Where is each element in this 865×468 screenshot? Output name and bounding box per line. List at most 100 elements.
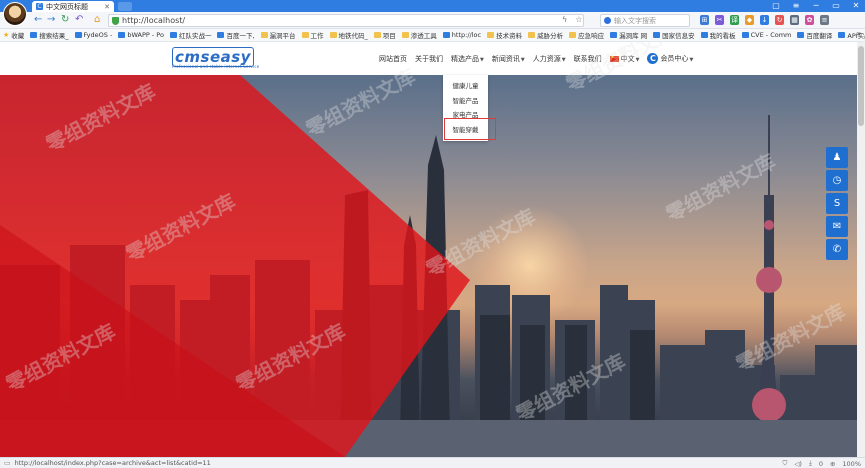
shield-status-icon[interactable]: ⛉ (783, 459, 788, 468)
refresh-icon[interactable]: ↻ (61, 15, 69, 25)
bookmark-item[interactable]: bWAPP - Po (118, 31, 164, 39)
window-control-4[interactable]: ✕ (851, 0, 861, 12)
nav-item-0[interactable]: 网站首页 (379, 54, 407, 64)
nav-item-2[interactable]: 精选产品▼ (451, 54, 484, 64)
bookmark-item[interactable]: 红队实战一 (169, 30, 211, 40)
window-control-1[interactable]: ≡ (791, 0, 801, 12)
back-icon[interactable]: ← (34, 15, 42, 25)
logo-tagline: Professional and stable internet Service (172, 64, 260, 69)
page-viewport: cmseasy Professional and stable internet… (0, 42, 857, 457)
bookmark-item[interactable]: 渗透工具 (401, 30, 437, 40)
game-icon[interactable]: ◆ (745, 15, 754, 25)
nav-label: 关于我们 (415, 54, 443, 63)
nav-item-3[interactable]: 新闻资讯▼ (492, 54, 525, 64)
bookmark-item[interactable]: 百度一下, (217, 30, 255, 40)
download-icon[interactable]: ↓ (760, 15, 769, 25)
tab-close-icon[interactable]: ✕ (104, 3, 110, 11)
nav-item-5[interactable]: 联系我们 (574, 54, 602, 64)
folder-icon (487, 32, 495, 38)
sync-icon[interactable]: ↻ (775, 15, 784, 25)
clock-icon[interactable]: ◷ (826, 170, 848, 191)
skype-icon[interactable]: S (826, 193, 848, 214)
site-icon (74, 32, 82, 38)
main-nav: 网站首页关于我们精选产品▼新闻资讯▼人力资源▼联系我们中文▼C会员中心▼ (379, 53, 701, 64)
sound-icon[interactable]: ◁) (794, 460, 802, 468)
undo-icon[interactable]: ↶ (75, 15, 83, 25)
window-control-0[interactable]: ▢ (771, 0, 781, 12)
nav-item-1[interactable]: 关于我们 (415, 54, 443, 64)
bookmark-label: bWAPP - Po (127, 31, 164, 39)
lightning-icon[interactable]: ϟ (562, 15, 567, 24)
window-control-3[interactable]: ▭ (831, 0, 841, 12)
bookmark-item[interactable]: 项目 (373, 30, 396, 40)
page-scrollbar[interactable] (857, 42, 865, 457)
tab-active[interactable]: C 中文网页标题 ✕ (32, 1, 114, 12)
bookmark-item[interactable]: 百度翻译 (797, 30, 832, 40)
wechat-icon[interactable]: ✉ (826, 216, 848, 237)
url-actions: ϟ ☆ (562, 15, 582, 24)
highlight-box (444, 118, 496, 140)
scroll-thumb[interactable] (858, 46, 864, 126)
bookmark-item[interactable]: 漏洞平台 (260, 30, 296, 40)
bookmark-item[interactable]: 漏洞库 网 (610, 30, 647, 40)
bookmark-label: 渗透工具 (410, 32, 437, 40)
bookmark-label: 项目 (382, 32, 396, 40)
bookmark-item[interactable]: ★ 收藏 (3, 30, 24, 40)
bookmark-item[interactable]: 应急响应 (569, 30, 604, 40)
chevron-down-icon: ▼ (480, 56, 484, 63)
folder-icon (401, 32, 409, 38)
bookmark-item[interactable]: 国家信息安 (653, 30, 695, 40)
member-center[interactable]: C 会员中心▼ (647, 53, 693, 64)
search-engine-icon[interactable] (604, 17, 611, 24)
bookmark-item[interactable]: 我的看板 (700, 30, 736, 40)
grid-icon[interactable]: ▦ (790, 15, 799, 25)
bookmark-item[interactable]: FydeOS - (74, 31, 112, 39)
site-icon (30, 32, 38, 38)
bookmark-item[interactable]: 工作 (301, 30, 324, 40)
site-logo[interactable]: cmseasy Professional and stable internet… (172, 47, 260, 69)
home-icon[interactable]: ⌂ (94, 15, 100, 25)
status-zoom[interactable]: 100% (842, 460, 861, 468)
qq-icon[interactable]: ♟ (826, 147, 848, 168)
status-page-icon: ▭ (4, 459, 11, 467)
folder-icon (301, 32, 309, 38)
user-avatar[interactable] (3, 2, 27, 26)
bookmark-item[interactable]: 威胁分析 (528, 30, 563, 40)
puzzle-icon[interactable]: ✿ (805, 15, 814, 25)
status-bar: ▭ http://localhost/index.php?case=archiv… (0, 457, 865, 468)
search-input[interactable]: 输入文字搜索 (600, 14, 690, 27)
extension-icon[interactable]: ⊞ (700, 15, 709, 25)
bookmark-item[interactable]: http://loc (442, 31, 481, 39)
download-status-icon[interactable]: ⤓ (809, 459, 812, 468)
red-overlay (0, 75, 470, 457)
star-icon[interactable]: ☆ (575, 15, 582, 24)
translate-icon[interactable]: 译 (730, 15, 739, 25)
bookmark-item[interactable]: 地铁代码_ (329, 30, 368, 40)
scissors-icon[interactable]: ✂ (715, 15, 724, 25)
dropdown-item[interactable]: 智能产品 (443, 94, 488, 109)
member-label: 会员中心 (660, 54, 689, 63)
bookmark-item[interactable]: 搜索结果_ (30, 30, 69, 40)
status-right: ⛉ ◁) ⤓ 0 ⊕ 100% (783, 459, 861, 468)
dropdown-item[interactable]: 健康儿童 (443, 79, 488, 94)
window-control-2[interactable]: ─ (811, 0, 821, 12)
new-tab-button[interactable] (118, 2, 132, 11)
bookmark-label: 我的看板 (709, 32, 736, 40)
menu-icon[interactable]: ≡ (820, 15, 829, 25)
forward-icon[interactable]: → (47, 15, 55, 25)
nav-item-4[interactable]: 人力资源▼ (533, 54, 566, 64)
language-switch[interactable]: 中文▼ (609, 54, 639, 64)
bookmark-item[interactable]: API实战派 (838, 30, 865, 40)
url-input[interactable]: http://localhost/ (108, 14, 584, 27)
zoom-icon[interactable]: ⊕ (830, 460, 835, 468)
site-icon (610, 32, 618, 38)
bookmark-label: 地铁代码_ (338, 32, 368, 40)
bookmarks-more-button[interactable]: » (856, 29, 861, 38)
bookmark-item[interactable]: CVE - Comm (741, 31, 791, 39)
bookmark-item[interactable]: 技术资料 (487, 30, 522, 40)
chevron-down-icon: ▼ (689, 56, 694, 63)
nav-label: 新闻资讯 (491, 54, 520, 63)
phone-icon[interactable]: ✆ (826, 239, 848, 260)
site-icon (217, 32, 225, 38)
bookmark-label: 百度翻译 (806, 32, 833, 40)
